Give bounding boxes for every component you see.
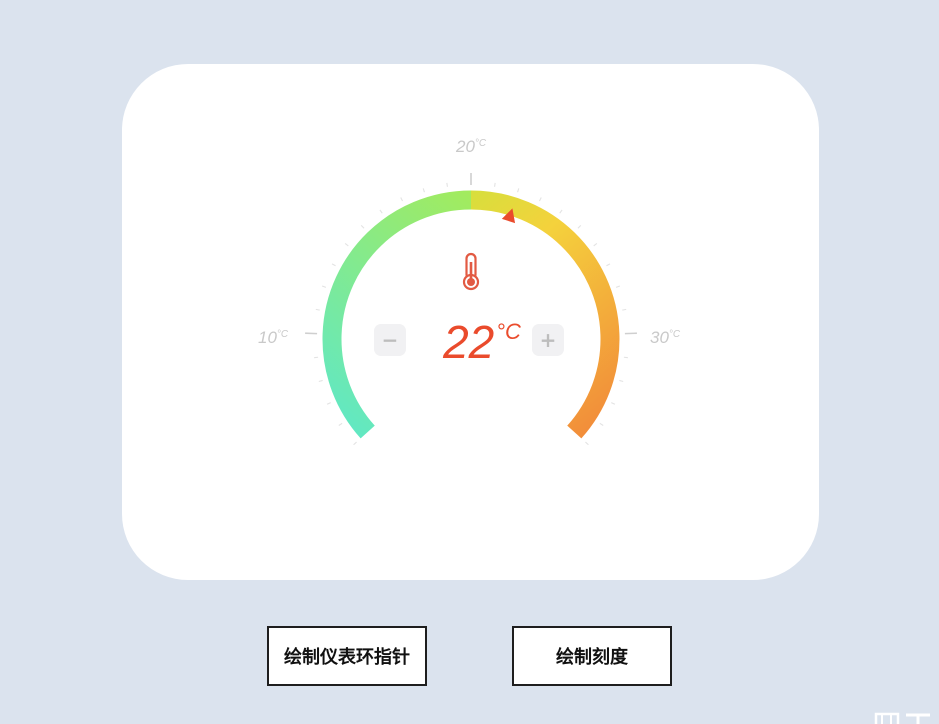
minor-tick [315, 308, 320, 311]
minor-tick [338, 422, 343, 426]
minor-tick [353, 441, 357, 446]
minor-tick [422, 188, 425, 193]
watermark-logo [874, 712, 930, 724]
minor-tick [622, 308, 627, 311]
minor-tick [599, 422, 604, 426]
minor-tick [446, 182, 448, 187]
minor-tick [400, 197, 404, 202]
minor-tick [379, 209, 383, 214]
minor-tick [331, 263, 336, 267]
minor-tick [318, 379, 323, 383]
temperature-unit: °C [496, 319, 521, 344]
plus-icon: + [539, 328, 557, 352]
minor-tick [494, 182, 496, 187]
temperature-value: 22 [443, 316, 495, 368]
minor-tick [360, 224, 365, 229]
gauge-card: 10°C 20°C 30°C − + 22 °C [122, 64, 819, 580]
minor-tick [538, 197, 542, 202]
minor-tick [585, 441, 589, 446]
minus-icon: − [381, 328, 399, 352]
minor-tick [593, 243, 598, 247]
minor-tick [619, 379, 624, 383]
minor-tick [517, 188, 520, 193]
scale-label-max: 30°C [650, 328, 681, 347]
minor-tick [606, 263, 611, 267]
draw-ring-pointer-button[interactable]: 绘制仪表环指针 [267, 626, 427, 686]
minor-tick [321, 285, 327, 288]
minor-tick [577, 224, 582, 229]
decrease-temperature-button[interactable]: − [374, 324, 406, 356]
minor-tick [344, 243, 349, 247]
temperature-readout: 22 °C [422, 314, 542, 370]
scale-label-mid: 20°C [456, 137, 487, 156]
minor-tick [559, 209, 563, 214]
minor-tick [611, 402, 616, 405]
minor-tick [615, 285, 621, 288]
thermometer-icon [462, 252, 480, 291]
minor-tick [326, 402, 331, 405]
draw-scale-button[interactable]: 绘制刻度 [512, 626, 672, 686]
scale-label-min: 10°C [258, 328, 289, 347]
